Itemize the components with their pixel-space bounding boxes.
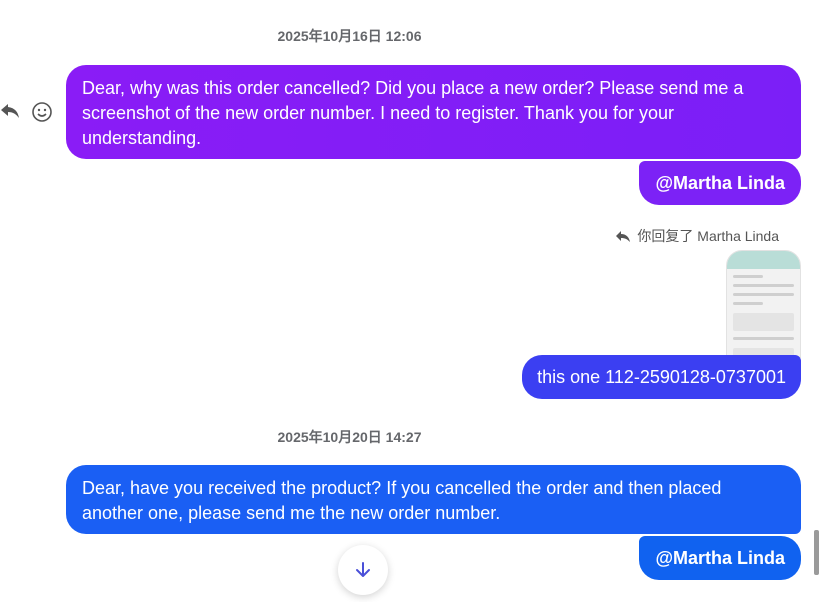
message-bubble-1[interactable]: Dear, why was this order cancelled? Did …: [66, 65, 801, 159]
scrollbar[interactable]: [814, 530, 819, 575]
message-bubble-reply[interactable]: this one 112-2590128-0737001: [522, 355, 801, 399]
timestamp-2: 2025年10月20日 14:27: [277, 429, 422, 445]
scroll-down-button[interactable]: [338, 545, 388, 595]
reply-indicator: 你回复了 Martha Linda: [615, 226, 779, 246]
arrow-down-icon: [356, 562, 370, 577]
screenshot-thumbnail[interactable]: [726, 250, 801, 358]
timestamp-1: 2025年10月16日 12:06: [277, 28, 422, 44]
reply-small-icon: [616, 231, 631, 242]
reply-indicator-label: 你回复了 Martha Linda: [637, 228, 779, 244]
mention-tag-1[interactable]: @Martha Linda: [639, 161, 801, 205]
reply-icon[interactable]: [0, 100, 20, 120]
smile-icon[interactable]: [31, 101, 53, 123]
message-bubble-2[interactable]: Dear, have you received the product? If …: [66, 465, 801, 534]
mention-tag-2[interactable]: @Martha Linda: [639, 536, 801, 580]
